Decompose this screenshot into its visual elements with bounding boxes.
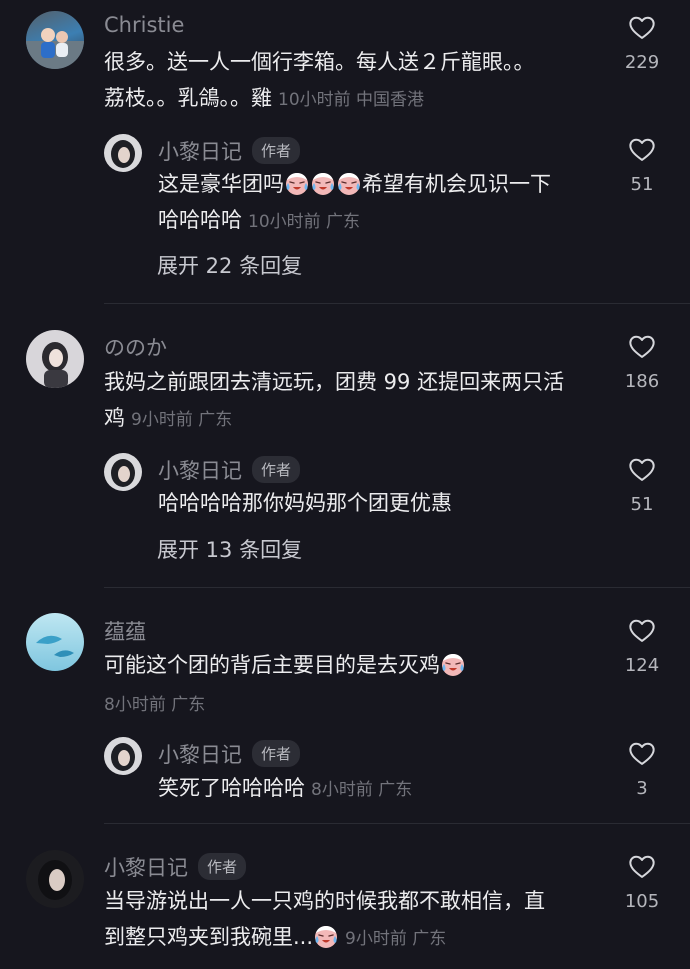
like-button[interactable]: 3: [616, 740, 668, 799]
heart-outline-icon: [628, 853, 656, 881]
comment-text: 当导游说出一人一只鸡的时候我都不敢相信，直 到整只鸡夹到我碗里... 9小时前 广…: [104, 883, 614, 957]
like-button[interactable]: 186: [616, 333, 668, 392]
like-count: 229: [624, 52, 660, 73]
comment-author[interactable]: ののか: [104, 332, 167, 362]
like-count: 51: [630, 174, 654, 195]
divider: [104, 823, 690, 824]
crying-laughing-emoji-icon: [284, 170, 310, 196]
comment-text: 可能这个团的背后主要目的是去灭鸡: [104, 647, 614, 683]
reply-text-part: 希望有机会见识一下: [362, 172, 551, 196]
avatar[interactable]: [26, 850, 84, 908]
avatar[interactable]: [26, 11, 84, 69]
like-count: 105: [624, 891, 660, 912]
like-button[interactable]: 51: [616, 136, 668, 195]
comment-text-line: 可能这个团的背后主要目的是去灭鸡: [104, 653, 440, 677]
reply-author-name: 小黎日记: [158, 743, 242, 767]
like-count: 3: [636, 778, 648, 799]
reply-avatar[interactable]: [104, 134, 142, 172]
comment-meta: 8小时前 广东: [104, 695, 206, 715]
avatar[interactable]: [26, 613, 84, 671]
divider: [104, 587, 690, 588]
author-badge: 作者: [198, 853, 247, 880]
comment-text: 我妈之前跟团去清远玩，团费 99 还提回来两只活 鸡 9小时前 广东: [104, 364, 614, 438]
reply-text: 笑死了哈哈哈哈 8小时前 广东: [158, 770, 618, 808]
comment-meta: 10小时前 中国香港: [278, 90, 425, 110]
crying-laughing-emoji-icon: [313, 923, 339, 949]
reply-text-line: 哈哈哈哈: [158, 208, 242, 232]
heart-outline-icon: [628, 333, 656, 361]
comment-author[interactable]: 蕴蕴: [104, 616, 146, 646]
like-count: 51: [630, 494, 654, 515]
crying-laughing-emoji-icon: [310, 170, 336, 196]
comment-author[interactable]: Christie: [104, 13, 184, 37]
comment-text-line: 很多。送一人一個行李箱。每人送２斤龍眼。。: [104, 50, 535, 74]
reply-meta: 10小时前 广东: [248, 212, 361, 232]
comment-text-line: 当导游说出一人一只鸡的时候我都不敢相信，直: [104, 889, 545, 913]
like-button[interactable]: 105: [616, 853, 668, 912]
like-button[interactable]: 229: [616, 14, 668, 73]
author-badge: 作者: [252, 137, 301, 164]
comment-text: 很多。送一人一個行李箱。每人送２斤龍眼。。 荔枝。。乳鴿。。雞 10小时前 中国香…: [104, 44, 614, 118]
comment-text-line: 鸡: [104, 406, 125, 430]
like-button[interactable]: 51: [616, 456, 668, 515]
comment-meta: 9小时前 广东: [131, 410, 233, 430]
reply-text-part: 这是豪华团吗: [158, 172, 284, 196]
comment-author-name: 小黎日记: [104, 856, 188, 880]
reply-meta: 8小时前 广东: [311, 780, 413, 800]
like-count: 124: [624, 655, 660, 676]
reply-author[interactable]: 小黎日记 作者: [158, 455, 301, 485]
crying-laughing-emoji-icon: [440, 651, 466, 677]
author-badge: 作者: [252, 456, 301, 483]
reply-author-name: 小黎日记: [158, 459, 242, 483]
reply-avatar[interactable]: [104, 453, 142, 491]
comment-meta: 9小时前 广东: [345, 929, 447, 949]
heart-outline-icon: [628, 617, 656, 645]
like-button[interactable]: 124: [616, 617, 668, 676]
avatar[interactable]: [26, 330, 84, 388]
crying-laughing-emoji-icon: [336, 170, 362, 196]
like-count: 186: [624, 371, 660, 392]
author-badge: 作者: [252, 740, 301, 767]
heart-outline-icon: [628, 456, 656, 484]
comment-text-line: 荔枝。。乳鴿。。雞: [104, 86, 272, 110]
reply-author-name: 小黎日记: [158, 140, 242, 164]
reply-text: 哈哈哈哈那你妈妈那个团更优惠: [158, 491, 452, 515]
divider: [104, 303, 690, 304]
reply-avatar[interactable]: [104, 737, 142, 775]
comment-author[interactable]: 小黎日记 作者: [104, 852, 247, 882]
heart-outline-icon: [628, 740, 656, 768]
reply-text: 这是豪华团吗 希望有机会见识一下 哈哈哈哈 10小时前 广东: [158, 166, 618, 240]
comment-text-line: 我妈之前跟团去清远玩，团费 99 还提回来两只活: [104, 370, 565, 394]
comment-text-line: 到整只鸡夹到我碗里...: [104, 925, 314, 949]
heart-outline-icon: [628, 14, 656, 42]
heart-outline-icon: [628, 136, 656, 164]
reply-text-line: 笑死了哈哈哈哈: [158, 776, 305, 800]
reply-author[interactable]: 小黎日记 作者: [158, 136, 301, 166]
expand-replies-button[interactable]: 展开 13 条回复: [157, 534, 302, 564]
expand-replies-button[interactable]: 展开 22 条回复: [157, 250, 302, 280]
reply-author[interactable]: 小黎日记 作者: [158, 739, 301, 769]
